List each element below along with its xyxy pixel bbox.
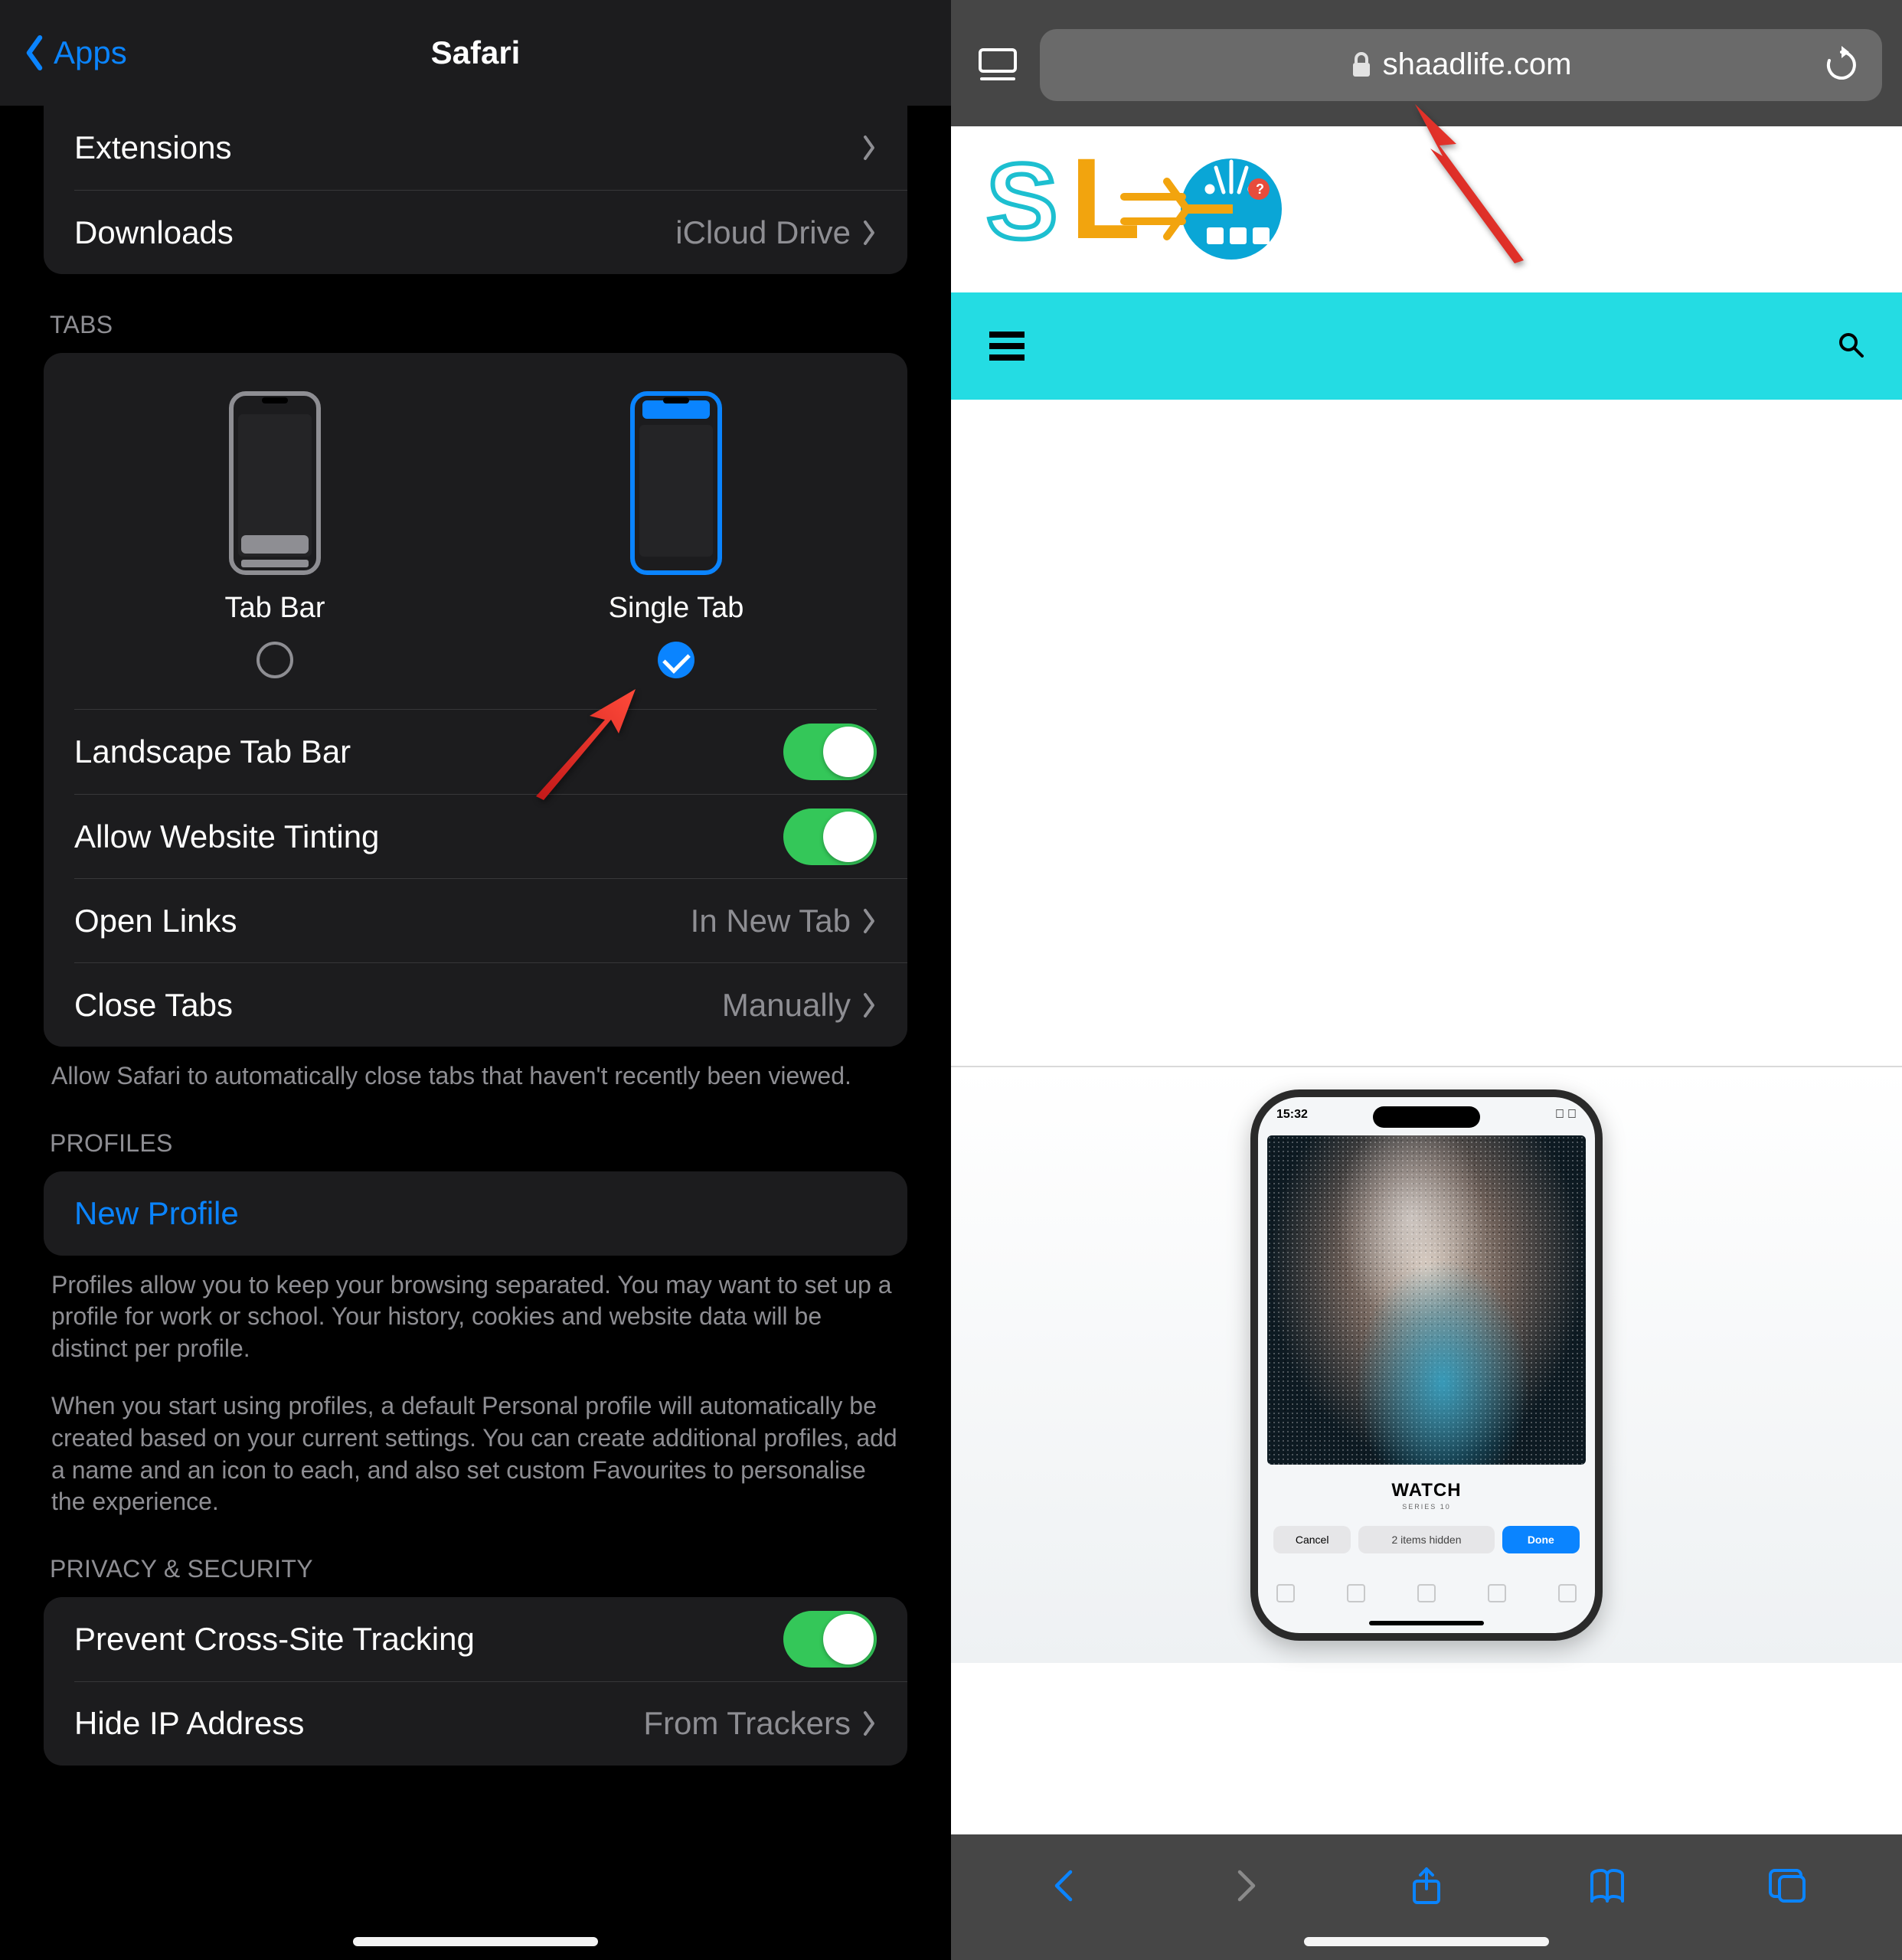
nav-bar: Apps Safari [0,0,951,106]
site-search-button[interactable] [1838,332,1864,361]
privacy-header: PRIVACY & SECURITY [44,1518,907,1597]
row-value: Manually [722,987,851,1024]
profiles-header: PROFILES [44,1093,907,1171]
share-button[interactable] [1402,1861,1451,1910]
home-indicator[interactable] [1304,1937,1549,1946]
safari-address-bar-area: shaadlife.com [951,0,1902,126]
chevron-left-icon [23,34,46,71]
row-label: Prevent Cross-Site Tracking [74,1621,783,1658]
close-tabs-row[interactable]: Close Tabs Manually [74,962,907,1047]
tab-layout-chooser: Tab Bar Single Tab [74,353,877,710]
back-label: Apps [54,34,127,71]
address-text: shaadlife.com [1383,47,1572,82]
lock-icon [1351,52,1372,78]
reload-button[interactable] [1822,46,1861,84]
search-icon [1838,332,1864,358]
site-menu-bar [951,292,1902,400]
tab-bar-option[interactable]: Tab Bar [74,391,476,678]
row-label: Hide IP Address [74,1705,643,1742]
mock-done: Done [1502,1526,1580,1553]
row-label: Extensions [74,129,861,166]
profiles-group: New Profile [44,1171,907,1256]
extensions-row[interactable]: Extensions [44,106,907,190]
back-button[interactable]: Apps [23,34,127,71]
mock-hidden: 2 items hidden [1358,1526,1494,1553]
article-hero-image: 15:32􀙇􀛨 WATCH SERIES 10 Cancel 2 items h… [951,1066,1902,1663]
profiles-footer-2: When you start using profiles, a default… [44,1364,907,1517]
tabs-button[interactable] [1764,1861,1813,1910]
chevron-right-icon [861,220,877,246]
profiles-footer-1: Profiles allow you to keep your browsing… [44,1256,907,1365]
prevent-cross-site-tracking-row[interactable]: Prevent Cross-Site Tracking [44,1597,907,1681]
svg-text:L: L [1070,154,1141,261]
row-label: Allow Website Tinting [74,818,783,855]
iphone-mockup-icon: 15:32􀙇􀛨 WATCH SERIES 10 Cancel 2 items h… [1250,1089,1603,1641]
toggle-switch[interactable] [783,724,877,780]
single-tab-option[interactable]: Single Tab [476,391,877,678]
bookmarks-button[interactable] [1583,1861,1632,1910]
row-value: In New Tab [691,903,851,939]
privacy-group: Prevent Cross-Site Tracking Hide IP Addr… [44,1597,907,1766]
svg-text:?: ? [1256,181,1264,197]
settings-scroll[interactable]: Extensions Downloads iCloud Drive TABS [0,106,951,1960]
landscape-tab-bar-row[interactable]: Landscape Tab Bar [44,710,907,794]
row-value: From Trackers [643,1705,851,1742]
page-settings-button[interactable] [971,38,1025,92]
option-label: Tab Bar [225,592,325,625]
shaadlife-logo-icon: S L ? [986,154,1338,261]
row-label: Open Links [74,903,691,939]
chevron-right-icon [861,908,877,934]
nav-back-button[interactable] [1040,1861,1089,1910]
mock-cancel: Cancel [1273,1526,1351,1553]
share-icon [1407,1866,1446,1906]
watch-label: WATCH [1258,1480,1595,1501]
tabs-header: TABS [44,274,907,353]
new-profile-row[interactable]: New Profile [44,1171,907,1256]
web-page[interactable]: S L ? [951,126,1902,1834]
hamburger-icon [989,332,1025,338]
open-links-row[interactable]: Open Links In New Tab [74,878,907,962]
hamburger-button[interactable] [989,326,1025,366]
option-label: Single Tab [609,592,744,625]
tab-bar-icon [229,391,321,575]
page-format-icon [977,47,1018,83]
address-bar[interactable]: shaadlife.com [1040,29,1882,101]
row-label: Close Tabs [74,987,722,1024]
mock-time: 15:32 [1276,1108,1308,1122]
general-group: Extensions Downloads iCloud Drive [44,106,907,274]
tabs-icon [1769,1866,1809,1906]
row-label: Downloads [74,214,675,251]
row-value: iCloud Drive [675,214,851,251]
chevron-right-icon [861,135,877,161]
downloads-row[interactable]: Downloads iCloud Drive [74,190,907,274]
allow-website-tinting-row[interactable]: Allow Website Tinting [74,794,907,878]
tabs-group: Tab Bar Single Tab Landscape Tab Bar [44,353,907,1047]
home-indicator[interactable] [353,1937,598,1946]
toggle-switch[interactable] [783,1611,877,1668]
book-icon [1587,1866,1627,1906]
settings-pane: Apps Safari Extensions Downloads iCloud … [0,0,951,1960]
single-tab-icon [630,391,722,575]
hide-ip-address-row[interactable]: Hide IP Address From Trackers [74,1681,907,1766]
new-profile-label: New Profile [74,1195,877,1232]
svg-text:S: S [986,154,1057,261]
chevron-right-icon [861,1710,877,1736]
watch-sub: SERIES 10 [1258,1503,1595,1511]
radio-selected-icon[interactable] [658,642,694,678]
radio-unselected-icon[interactable] [257,642,293,678]
chevron-right-icon [1226,1866,1266,1906]
chevron-right-icon [861,992,877,1018]
reload-icon [1822,46,1861,84]
tabs-footer: Allow Safari to automatically close tabs… [44,1047,907,1093]
site-logo[interactable]: S L ? [951,126,1902,292]
safari-pane: shaadlife.com S L ? [951,0,1902,1960]
row-label: Landscape Tab Bar [74,733,783,770]
page-title: Safari [431,34,521,71]
toggle-switch[interactable] [783,808,877,865]
nav-forward-button [1221,1861,1270,1910]
chevron-left-icon [1044,1866,1084,1906]
